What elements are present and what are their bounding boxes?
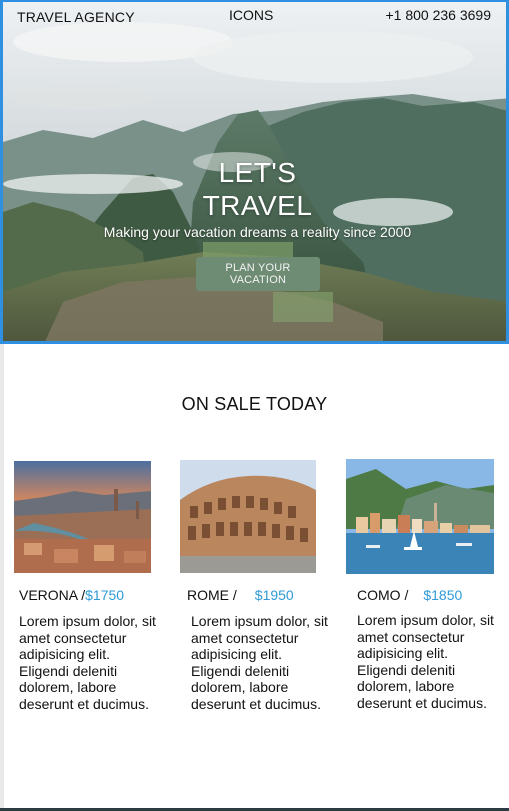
destination-name: ROME /	[187, 587, 237, 603]
destination-name: COMO /	[357, 587, 409, 603]
card-description: Lorem ipsum dolor, sit amet consectetur …	[191, 613, 328, 712]
brand-name[interactable]: TRAVEL AGENCY	[17, 9, 135, 25]
rome-image[interactable]	[180, 460, 316, 573]
destination-price: $1950	[254, 587, 294, 603]
phone-number[interactable]: +1 800 236 3699	[386, 7, 492, 23]
como-image[interactable]	[346, 459, 494, 574]
hero-title-line1: LET'S	[218, 157, 297, 188]
nav-icons-placeholder[interactable]: ICONS	[229, 7, 273, 23]
destination-name: VERONA /	[19, 587, 86, 603]
card-title-como: COMO / $1850	[357, 587, 462, 603]
hero-banner: TRAVEL AGENCY ICONS +1 800 236 3699 LET'…	[0, 0, 509, 344]
card-title-rome: ROME / $1950	[187, 587, 294, 603]
card-description: Lorem ipsum dolor, sit amet consectetur …	[357, 612, 494, 711]
destination-price: $1850	[423, 587, 463, 603]
card-description: Lorem ipsum dolor, sit amet consectetur …	[19, 613, 156, 712]
card-title-verona: VERONA /$1750	[19, 587, 124, 603]
verona-image[interactable]	[14, 461, 151, 573]
plan-vacation-button[interactable]: PLAN YOUR VACATION	[196, 257, 320, 291]
hero-subtitle: Making your vacation dreams a reality si…	[103, 224, 412, 240]
destination-price: $1750	[85, 587, 125, 603]
hero-title-line2: TRAVEL	[202, 190, 313, 221]
sale-section-title: ON SALE TODAY	[181, 394, 328, 414]
hero-title: LET'S TRAVEL	[3, 156, 506, 222]
